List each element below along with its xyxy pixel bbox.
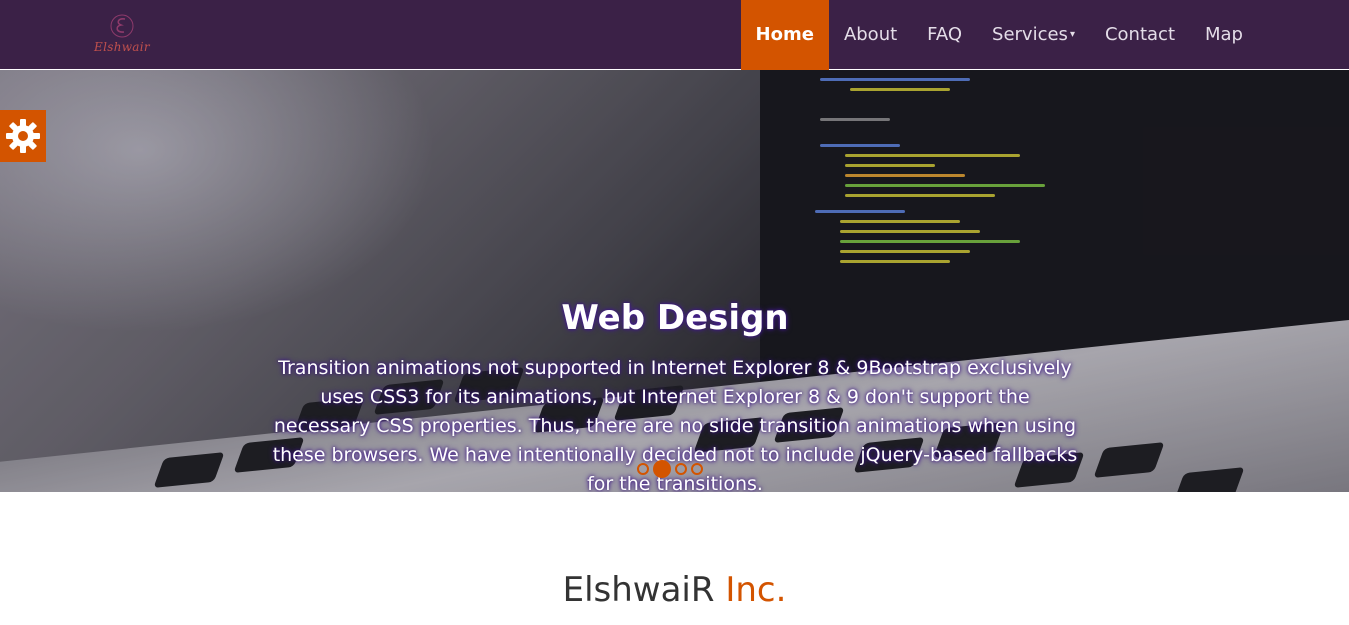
company-suffix: Inc. bbox=[725, 570, 787, 610]
caret-down-icon: ▾ bbox=[1069, 29, 1075, 40]
navbar: Elshwair Home About FAQ Services ▾ Contac… bbox=[0, 0, 1349, 70]
company-heading: ElshwaiR Inc. bbox=[0, 570, 1349, 610]
nav-services-label: Services bbox=[992, 24, 1068, 45]
brand-logo[interactable]: Elshwair bbox=[92, 10, 152, 60]
carousel-indicator-4[interactable] bbox=[691, 463, 703, 475]
settings-toggle-button[interactable] bbox=[0, 110, 46, 162]
carousel-indicators bbox=[636, 460, 704, 478]
main-nav: Home About FAQ Services ▾ Contact Map bbox=[740, 0, 1258, 70]
nav-home[interactable]: Home bbox=[740, 0, 829, 70]
slide-title: Web Design bbox=[561, 298, 789, 338]
gear-icon bbox=[6, 119, 40, 153]
nav-services[interactable]: Services ▾ bbox=[977, 0, 1090, 70]
hero-carousel: Web Design Transition animations not sup… bbox=[0, 70, 1349, 492]
carousel-indicator-2[interactable] bbox=[653, 460, 671, 478]
nav-faq[interactable]: FAQ bbox=[912, 0, 977, 70]
nav-about[interactable]: About bbox=[829, 0, 912, 70]
nav-contact[interactable]: Contact bbox=[1090, 0, 1190, 70]
logo-text: Elshwair bbox=[94, 40, 150, 54]
carousel-indicator-3[interactable] bbox=[675, 463, 687, 475]
script-e-logo-icon bbox=[110, 14, 134, 38]
nav-map[interactable]: Map bbox=[1190, 0, 1258, 70]
company-name: ElshwaiR bbox=[562, 570, 715, 610]
carousel-indicator-1[interactable] bbox=[637, 463, 649, 475]
